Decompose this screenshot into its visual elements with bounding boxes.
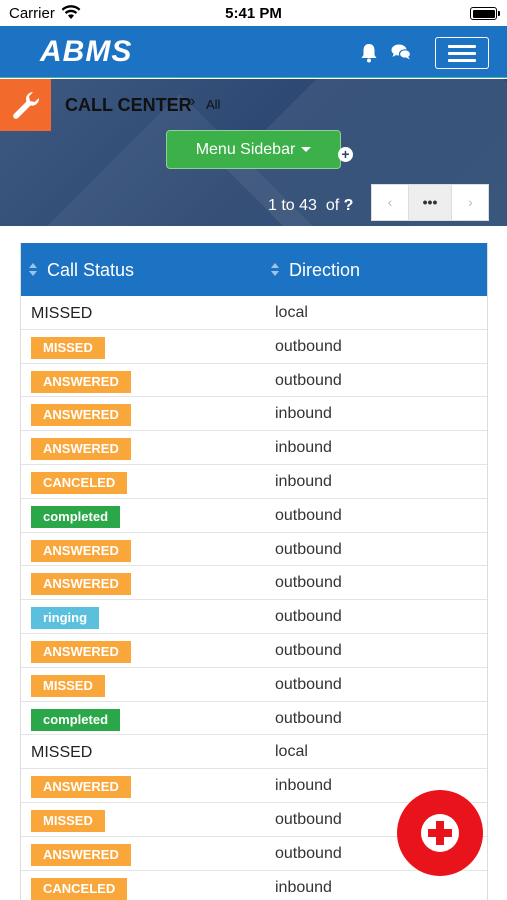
status-bar: Carrier 5:41 PM — [0, 0, 507, 26]
direction-cell: outbound — [275, 540, 342, 558]
call-status-badge: ANSWERED — [31, 370, 131, 393]
prev-page-button[interactable]: ‹ — [372, 185, 409, 220]
menu-sidebar-label: Menu Sidebar — [195, 141, 296, 158]
call-status-badge: ANSWERED — [31, 640, 131, 663]
sort-icon — [271, 263, 280, 277]
direction-cell: inbound — [275, 405, 332, 423]
direction-cell: outbound — [275, 709, 342, 727]
table-header: Call Status Direction — [21, 243, 487, 296]
table-row[interactable]: CANCELED inbound — [21, 465, 487, 499]
page-header: CALL CENTER › All Menu Sidebar + 1 to 43… — [0, 79, 507, 226]
table-row[interactable]: MISSED local — [21, 735, 487, 770]
column-header-call-status[interactable]: Call Status — [29, 260, 134, 281]
plus-icon[interactable]: + — [338, 147, 353, 162]
clock: 5:41 PM — [225, 5, 282, 22]
sort-icon — [29, 263, 38, 277]
table-row[interactable]: CANCELED inbound — [21, 871, 487, 900]
table-row[interactable]: MISSED outbound — [21, 330, 487, 364]
direction-cell: local — [275, 304, 308, 321]
caret-down-icon — [301, 147, 312, 153]
call-status-badge: MISSED — [31, 336, 105, 359]
app-logo[interactable]: ABMS — [40, 37, 132, 67]
column-header-direction[interactable]: Direction — [271, 260, 360, 281]
direction-cell: inbound — [275, 878, 332, 896]
breadcrumb-current[interactable]: All — [206, 97, 220, 112]
pagination-total: ? — [343, 197, 354, 214]
direction-cell: local — [275, 743, 308, 761]
top-navbar: ABMS — [0, 26, 507, 78]
call-status-badge: CANCELED — [31, 877, 128, 900]
next-page-button[interactable]: › — [452, 185, 489, 220]
table-row[interactable]: MISSED local — [21, 296, 487, 330]
table-row[interactable]: MISSED outbound — [21, 668, 487, 702]
menu-sidebar-button[interactable]: Menu Sidebar — [166, 130, 341, 169]
call-status-badge: ANSWERED — [31, 438, 131, 461]
pagination-info: 1 to 43 of ? — [268, 197, 353, 215]
direction-cell: inbound — [275, 777, 332, 795]
call-status-text: MISSED — [31, 305, 93, 322]
direction-cell: outbound — [275, 574, 342, 592]
more-pages-button[interactable]: ••• — [409, 185, 452, 220]
add-call-button[interactable] — [397, 790, 483, 876]
direction-cell: outbound — [275, 371, 342, 389]
pagination-range: 1 to 43 — [268, 197, 317, 214]
plus-circle-icon — [421, 814, 459, 852]
call-status-badge: CANCELED — [31, 471, 128, 494]
table-row[interactable]: ANSWERED inbound — [21, 431, 487, 465]
call-status-text: MISSED — [31, 744, 93, 762]
call-status-badge: ANSWERED — [31, 539, 131, 562]
direction-cell: outbound — [275, 675, 342, 693]
battery-icon — [470, 7, 500, 20]
page-title: CALL CENTER — [65, 95, 192, 115]
call-status-badge: ANSWERED — [31, 404, 131, 427]
direction-cell: inbound — [275, 439, 332, 457]
table-row[interactable]: completed outbound — [21, 499, 487, 533]
direction-cell: inbound — [275, 472, 332, 490]
call-status-badge: MISSED — [31, 674, 105, 697]
direction-cell: outbound — [275, 844, 342, 862]
call-status-badge: ANSWERED — [31, 843, 131, 866]
table-row[interactable]: ANSWERED inbound — [21, 397, 487, 432]
tools-button[interactable] — [0, 79, 51, 131]
call-status-badge: completed — [31, 505, 121, 528]
chat-icon[interactable] — [391, 43, 411, 61]
direction-cell: outbound — [275, 506, 342, 524]
wrench-icon — [13, 92, 40, 119]
call-status-badge: completed — [31, 708, 121, 731]
call-status-badge: ANSWERED — [31, 573, 131, 596]
hamburger-icon — [448, 45, 476, 48]
table-row[interactable]: completed outbound — [21, 702, 487, 736]
direction-cell: outbound — [275, 641, 342, 659]
direction-cell: outbound — [275, 337, 342, 355]
direction-cell: outbound — [275, 810, 342, 828]
table-row[interactable]: ANSWERED outbound — [21, 634, 487, 668]
bell-icon[interactable] — [360, 43, 378, 63]
table-row[interactable]: ANSWERED outbound — [21, 566, 487, 601]
hamburger-menu-button[interactable] — [435, 37, 489, 69]
call-status-badge: ringing — [31, 607, 100, 630]
breadcrumb-chevron-icon: › — [190, 93, 196, 110]
pagination-of: of — [325, 197, 340, 214]
call-status-badge: MISSED — [31, 809, 105, 832]
table-row[interactable]: ANSWERED outbound — [21, 364, 487, 398]
table-row[interactable]: ANSWERED outbound — [21, 533, 487, 567]
table-row[interactable]: ringing outbound — [21, 600, 487, 634]
pagination-controls: ‹ ••• › — [371, 184, 489, 221]
call-status-badge: ANSWERED — [31, 776, 131, 799]
direction-cell: outbound — [275, 608, 342, 626]
